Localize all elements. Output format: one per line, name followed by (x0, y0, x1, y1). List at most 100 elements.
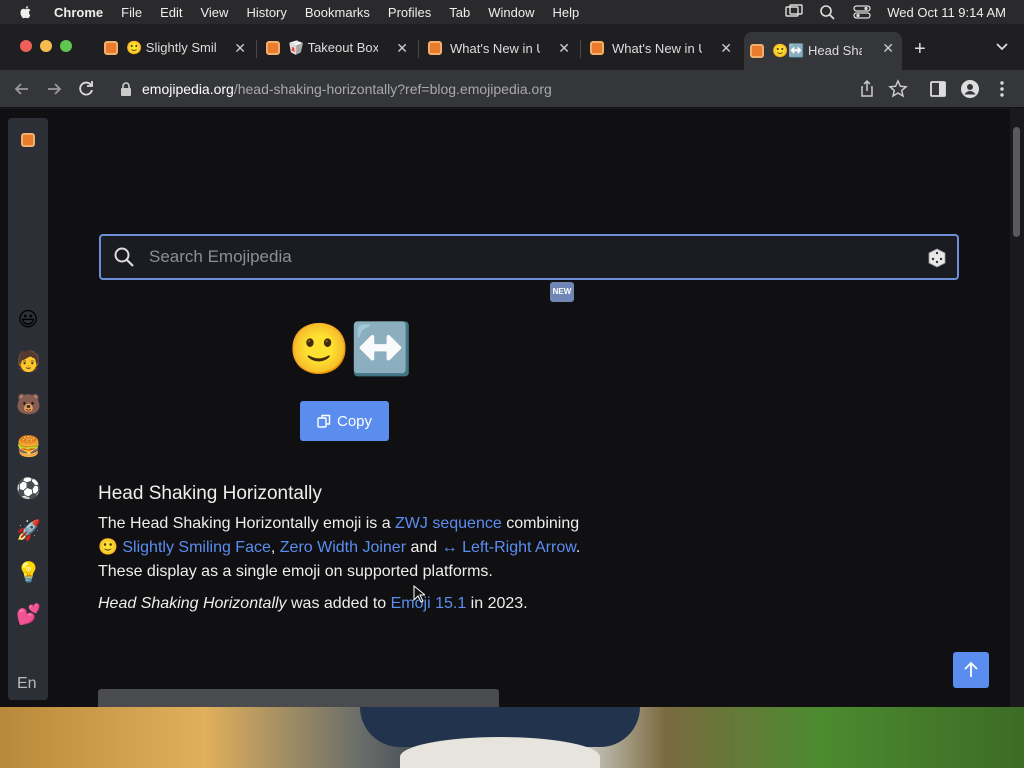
emojipedia-favicon-icon (428, 41, 442, 55)
screen-mirroring-icon[interactable] (785, 4, 803, 20)
share-icon[interactable] (857, 79, 877, 99)
tab-head-shaking-active[interactable]: 🙂↔️ Head Shak ✕ (744, 32, 902, 70)
window-close-button[interactable] (20, 40, 32, 52)
category-smileys-icon[interactable]: 😃 (16, 308, 40, 332)
copy-button[interactable]: Copy (300, 401, 389, 441)
page-title: Head Shaking Horizontally (98, 483, 322, 504)
left-right-arrow-link[interactable]: ↔ Left-Right Arrow (442, 539, 576, 556)
text-span: in 2023. (466, 595, 528, 612)
category-activities-icon[interactable]: ⚽ (16, 477, 41, 501)
menu-profiles[interactable]: Profiles (388, 5, 431, 20)
menu-app-name[interactable]: Chrome (54, 5, 103, 20)
emojipedia-favicon-icon (266, 41, 280, 55)
emoji-article: Head Shaking Horizontally The Head Shaki… (98, 483, 588, 624)
tab-label: 🙂↔️ Head Shak (772, 43, 862, 58)
text-span: combining (501, 515, 580, 532)
description-paragraph: The Head Shaking Horizontally emoji is a… (98, 512, 588, 584)
menu-window[interactable]: Window (488, 5, 534, 20)
emojipedia-favicon-icon (750, 44, 764, 58)
control-center-icon[interactable] (853, 4, 871, 20)
menu-view[interactable]: View (200, 5, 228, 20)
window-minimize-button[interactable] (40, 40, 52, 52)
tab-whats-new-2[interactable]: What's New in U ✕ (584, 32, 740, 64)
tab-label: 🙂 Slightly Smili (126, 40, 216, 55)
lock-icon[interactable] (120, 82, 132, 96)
address-bar[interactable]: emojipedia.org/head-shaking-horizontally… (108, 74, 848, 104)
search-icon (114, 247, 134, 267)
back-arrow-icon[interactable] (12, 79, 32, 99)
window-zoom-button[interactable] (60, 40, 72, 52)
macos-menubar: Chrome File Edit View History Bookmarks … (0, 0, 1024, 24)
desktop-wallpaper (0, 707, 1024, 768)
added-version-paragraph: Head Shaking Horizontally was added to E… (98, 592, 588, 616)
tab-close-icon[interactable]: ✕ (396, 40, 408, 57)
tab-close-icon[interactable]: ✕ (882, 40, 894, 57)
menu-file[interactable]: File (121, 5, 142, 20)
tab-separator (256, 40, 257, 58)
zwj-sequence-link[interactable]: ZWJ sequence (395, 515, 502, 532)
scrollbar-thumb[interactable] (1013, 127, 1020, 237)
zero-width-joiner-link[interactable]: Zero Width Joiner (280, 539, 406, 556)
text-span: was added to (286, 595, 391, 612)
slightly-smiling-face-link[interactable]: Slightly Smiling Face (122, 539, 271, 556)
tab-close-icon[interactable]: ✕ (558, 40, 570, 57)
tab-close-icon[interactable]: ✕ (234, 40, 246, 57)
apple-icon[interactable] (18, 4, 34, 20)
tab-label: 🥡 Takeout Box I (288, 40, 378, 55)
tab-label: What's New in U (612, 40, 702, 56)
random-dice-icon[interactable] (927, 248, 947, 268)
tab-separator (580, 40, 581, 58)
menu-tab[interactable]: Tab (449, 5, 470, 20)
emoji-version-link[interactable]: Emoji 15.1 (391, 595, 467, 612)
emojipedia-logo-icon[interactable] (21, 133, 35, 147)
menu-bookmarks[interactable]: Bookmarks (305, 5, 370, 20)
side-panel-icon[interactable] (928, 79, 948, 99)
chrome-menu-kebab-icon[interactable] (992, 79, 1012, 99)
menu-history[interactable]: History (246, 5, 286, 20)
category-symbols-icon[interactable]: 💕 (16, 603, 41, 627)
tab-close-icon[interactable]: ✕ (720, 40, 732, 57)
slightly-smiling-emoji-inline: 🙂 (98, 539, 118, 556)
page-viewport: 😃 🧑 🐻 🍔 ⚽ 🚀 💡 💕 En NEW 🙂↔️ Copy Head Sha… (0, 109, 1010, 707)
copy-icon (317, 414, 331, 428)
emojipedia-favicon-icon (590, 41, 604, 55)
url-host: emojipedia.org (142, 81, 234, 97)
profile-avatar-icon[interactable] (960, 79, 980, 99)
text-span: and (406, 539, 442, 556)
platform-card-top (98, 689, 499, 707)
url-path: /head-shaking-horizontally?ref=blog.emoj… (233, 81, 552, 97)
tab-takeout-box[interactable]: 🥡 Takeout Box I ✕ (260, 32, 416, 64)
category-people-icon[interactable]: 🧑 (16, 350, 41, 374)
browser-toolbar: emojipedia.org/head-shaking-horizontally… (0, 70, 1024, 108)
scroll-to-top-button[interactable] (953, 652, 989, 688)
new-tab-plus-icon[interactable]: + (914, 38, 926, 61)
reload-icon[interactable] (76, 79, 96, 99)
search-bar[interactable] (99, 234, 959, 280)
page-scrollbar[interactable] (1010, 109, 1024, 707)
tab-whats-new-1[interactable]: What's New in U ✕ (422, 32, 578, 64)
spotlight-search-icon[interactable] (819, 4, 837, 20)
mouse-cursor-icon (413, 585, 425, 603)
emojipedia-favicon-icon (104, 41, 118, 55)
language-selector[interactable]: En (17, 675, 37, 693)
bookmark-star-icon[interactable] (888, 79, 908, 99)
copy-button-label: Copy (336, 412, 373, 430)
tab-separator (418, 40, 419, 58)
head-shaking-emoji-display: 🙂↔️ (288, 321, 413, 377)
forward-arrow-icon[interactable] (44, 79, 64, 99)
category-animals-icon[interactable]: 🐻 (16, 393, 41, 417)
new-badge: NEW (550, 282, 574, 302)
category-objects-icon[interactable]: 💡 (16, 561, 41, 585)
category-food-icon[interactable]: 🍔 (16, 435, 41, 459)
menu-help[interactable]: Help (553, 5, 580, 20)
search-input[interactable] (149, 247, 909, 267)
tab-slightly-smiling[interactable]: 🙂 Slightly Smili ✕ (98, 32, 254, 64)
text-span: The Head Shaking Horizontally emoji is a (98, 515, 396, 532)
text-span: , (270, 539, 280, 556)
category-travel-icon[interactable]: 🚀 (16, 519, 41, 543)
emojipedia-category-sidebar: 😃 🧑 🐻 🍔 ⚽ 🚀 💡 💕 En (8, 118, 48, 700)
emoji-name-italic: Head Shaking Horizontally (98, 595, 287, 612)
tab-search-chevron-icon[interactable] (995, 42, 1009, 52)
menubar-clock[interactable]: Wed Oct 11 9:14 AM (887, 5, 1006, 20)
menu-edit[interactable]: Edit (160, 5, 182, 20)
